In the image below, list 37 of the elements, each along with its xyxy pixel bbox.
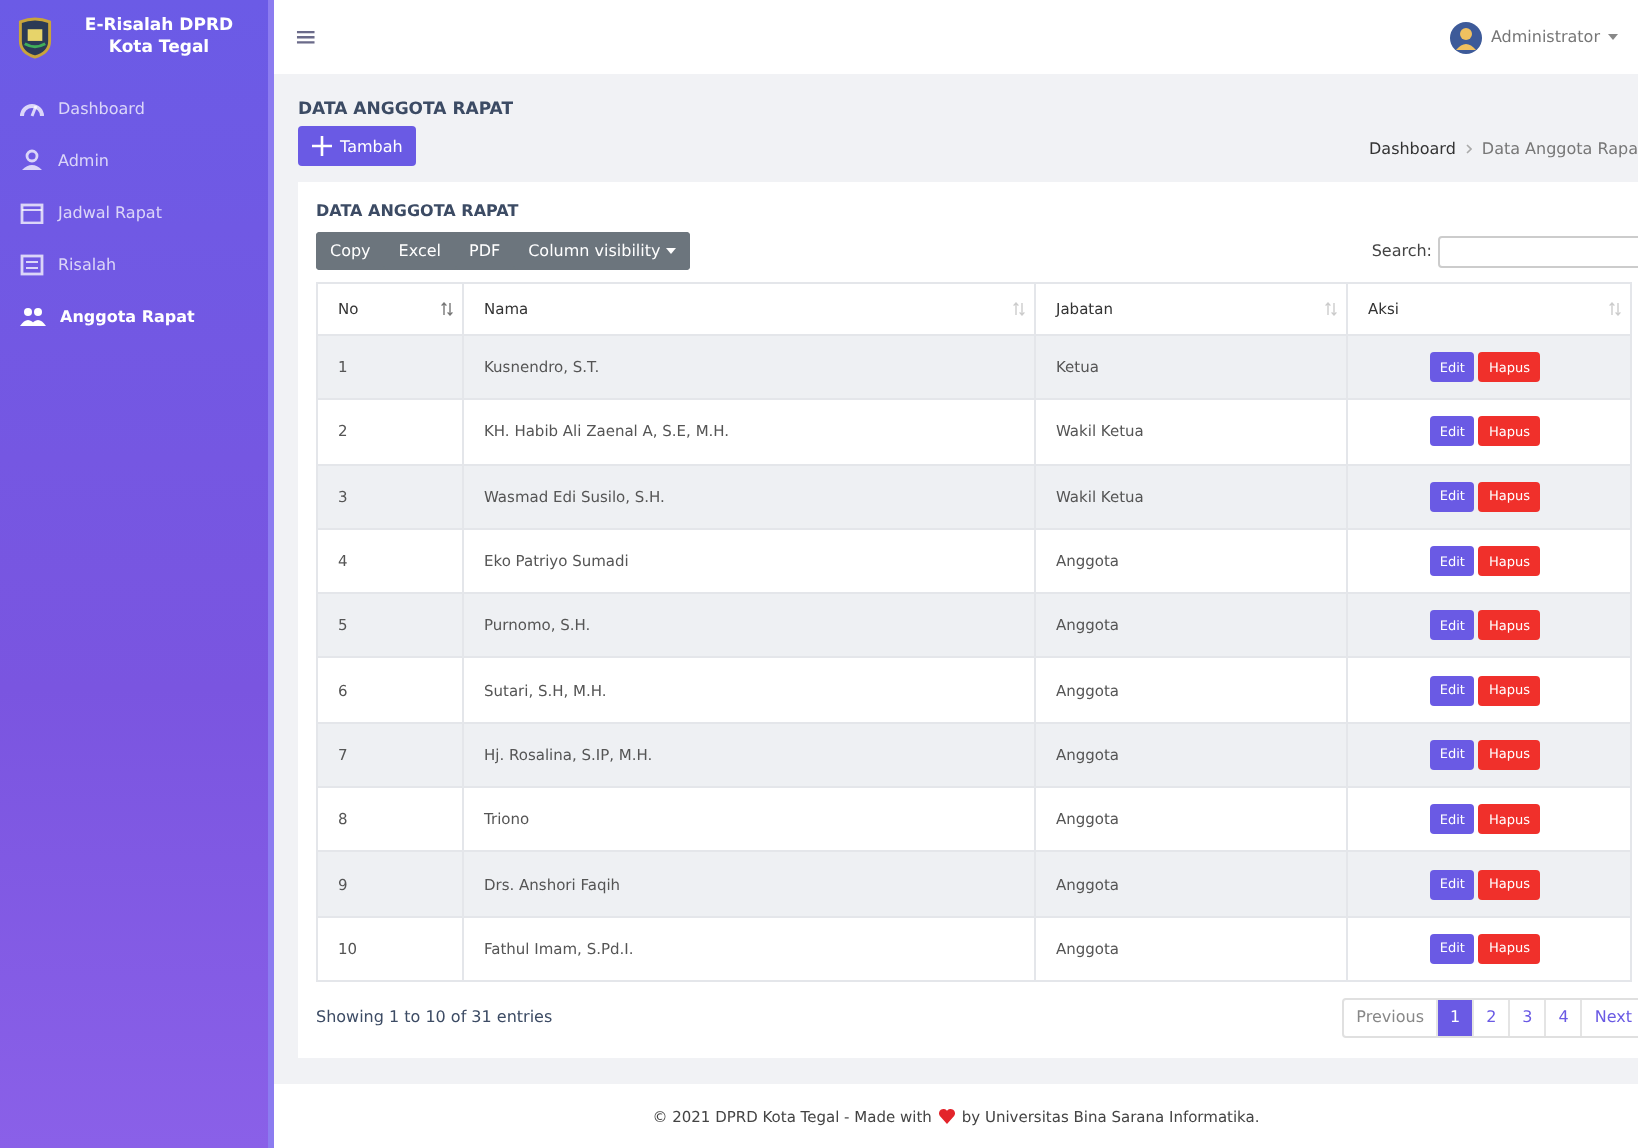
next-button[interactable]: Next xyxy=(1580,999,1638,1036)
entries-info: Showing 1 to 10 of 31 entries xyxy=(316,1008,553,1027)
gauge-icon xyxy=(20,98,44,118)
search-label: Search: xyxy=(1371,242,1432,260)
add-button[interactable]: Tambah xyxy=(298,126,417,166)
user-icon xyxy=(20,148,44,172)
sidebar-item[interactable]: Admin xyxy=(0,134,268,186)
sidebar-item[interactable]: Dashboard xyxy=(0,82,268,134)
calendar-icon xyxy=(20,201,44,223)
sort-icon xyxy=(1324,302,1338,316)
previous-button[interactable]: Previous xyxy=(1344,999,1436,1036)
users-icon xyxy=(20,306,46,326)
heart-icon xyxy=(937,1108,956,1124)
sort-icon xyxy=(1608,302,1622,316)
sidebar-item[interactable]: Jadwal Rapat xyxy=(0,186,268,238)
plus-icon xyxy=(312,136,332,156)
breadcrumb-item[interactable]: Dashboard xyxy=(1369,140,1456,158)
sidebar-item[interactable]: Risalah xyxy=(0,238,268,290)
sort-icon xyxy=(440,302,454,316)
page-button[interactable]: 2 xyxy=(1472,999,1509,1036)
breadcrumb-item: Data Anggota Rapa xyxy=(1481,140,1638,158)
menu-icon[interactable]: ≡ xyxy=(294,21,318,53)
page-button[interactable]: 1 xyxy=(1435,999,1473,1036)
page-button[interactable]: 4 xyxy=(1544,999,1581,1036)
chevron-icon xyxy=(1465,144,1472,154)
page-title: DATA ANGGOTA RAPAT xyxy=(298,100,513,120)
sidebar-item[interactable]: Anggota Rapat xyxy=(0,290,268,342)
caret-icon xyxy=(666,248,677,255)
sort-icon xyxy=(1012,302,1026,316)
document-icon xyxy=(20,253,44,275)
brand-title[interactable]: E-Risalah DPRD Kota Tegal xyxy=(66,16,252,58)
card-title: DATA ANGGOTA RAPAT xyxy=(316,202,521,220)
caret-icon xyxy=(1608,34,1618,40)
user-menu[interactable]: Administrator xyxy=(1490,28,1600,46)
search-field[interactable] xyxy=(1438,235,1638,267)
avatar-icon xyxy=(1450,21,1483,53)
page-button[interactable]: 3 xyxy=(1508,999,1545,1036)
